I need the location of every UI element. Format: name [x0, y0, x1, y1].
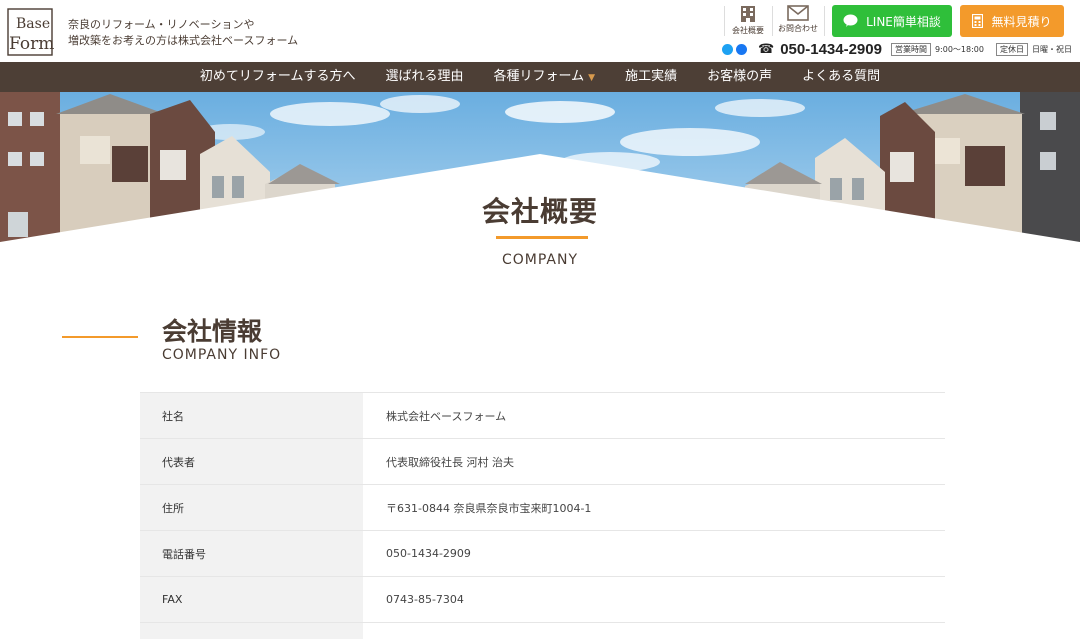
hours-tag: 営業時間	[890, 42, 931, 56]
estimate-button-label: 無料見積り	[991, 14, 1052, 29]
row-label: 代表者	[140, 439, 363, 484]
line-button-label: LINE簡単相談	[866, 14, 941, 29]
company-overview-link[interactable]: 会社概要	[728, 5, 768, 39]
company-overview-label: 会社概要	[732, 26, 764, 35]
nav-label: よくある質問	[802, 69, 881, 84]
line-chat-icon	[843, 14, 858, 27]
svg-text:Base: Base	[16, 16, 50, 32]
tagline-line2: 増改築をお考えの方は株式会社ベースフォーム	[68, 34, 299, 47]
nav-label: 各種リフォーム	[493, 69, 585, 84]
company-info-table: 社名 株式会社ベースフォーム 代表者 代表取締役社長 河村 治夫 住所 〒631…	[140, 392, 945, 639]
row-value: 〒631-0844 奈良県奈良市宝来町1004-1	[386, 501, 592, 515]
row-label	[140, 623, 363, 639]
nav-label: お客様の声	[707, 69, 773, 84]
page-subtitle: COMPANY	[501, 252, 579, 268]
section-title: 会社情報	[162, 317, 263, 346]
title-underline	[496, 236, 588, 239]
row-label: FAX	[140, 577, 363, 622]
site-header: Base Form. 奈良のリフォーム・リノベーションや 増改築をお考えの方は株…	[0, 0, 1080, 62]
holiday-tag: 定休日	[996, 42, 1028, 56]
table-row	[140, 623, 945, 639]
row-value: 050-1434-2909	[386, 547, 471, 560]
nav-label: 施工実績	[625, 69, 678, 84]
util-divider	[824, 6, 825, 36]
nav-item-faq[interactable]: よくある質問	[787, 62, 895, 92]
contact-label: お問合わせ	[778, 24, 818, 33]
util-divider	[772, 6, 773, 36]
holidays: 日曜・祝日	[1032, 44, 1072, 54]
base-form-logo[interactable]: Base Form.	[6, 7, 60, 57]
table-row: 代表者 代表取締役社長 河村 治夫	[140, 439, 945, 485]
row-value: 0743-85-7304	[386, 593, 464, 606]
section-subtitle: COMPANY INFO	[162, 347, 282, 363]
phone-number[interactable]: 050-1434-2909	[780, 41, 882, 58]
row-value: 株式会社ベースフォーム	[386, 409, 507, 423]
page-title: 会社概要	[481, 195, 598, 228]
table-row: 電話番号 050-1434-2909	[140, 531, 945, 577]
table-row: FAX 0743-85-7304	[140, 577, 945, 623]
free-estimate-button[interactable]: 無料見積り	[960, 5, 1064, 37]
nav-item-reform-types[interactable]: 各種リフォーム ▼	[479, 62, 611, 92]
nav-label: 初めてリフォームする方へ	[199, 69, 356, 84]
row-value	[363, 623, 945, 639]
mail-icon	[787, 5, 809, 21]
nav-item-voices[interactable]: お客様の声	[692, 62, 787, 92]
facebook-icon[interactable]	[736, 43, 747, 55]
row-value: 代表取締役社長 河村 治夫	[386, 455, 514, 469]
table-row: 住所 〒631-0844 奈良県奈良市宝来町1004-1	[140, 485, 945, 531]
header-tagline: 奈良のリフォーム・リノベーションや 増改築をお考えの方は株式会社ベースフォーム	[68, 17, 298, 49]
table-row: 社名 株式会社ベースフォーム	[140, 393, 945, 439]
page-hero: 会社概要 COMPANY	[0, 92, 1080, 282]
contact-link[interactable]: お問合わせ	[776, 5, 820, 39]
line-consult-button[interactable]: LINE簡単相談	[832, 5, 952, 37]
util-divider	[724, 6, 725, 36]
nav-item-works[interactable]: 施工実績	[610, 62, 692, 92]
twitter-icon[interactable]	[722, 43, 733, 55]
main-nav: 初めてリフォームする方へ 選ばれる理由 各種リフォーム ▼ 施工実績 お客様の声 …	[0, 62, 1080, 92]
business-hours: 9:00～18:00	[934, 44, 984, 54]
nav-label: 選ばれる理由	[385, 69, 464, 84]
calculator-icon	[972, 14, 984, 28]
row-label: 住所	[140, 485, 363, 530]
building-icon	[741, 6, 755, 22]
nav-item-first-time[interactable]: 初めてリフォームする方へ	[185, 62, 371, 92]
row-label: 社名	[140, 393, 363, 438]
caret-down-icon: ▼	[588, 73, 596, 83]
tagline-line1: 奈良のリフォーム・リノベーションや	[68, 18, 255, 31]
phone-icon: ☎	[758, 41, 775, 57]
row-label: 電話番号	[140, 531, 363, 576]
svg-text:Form.: Form.	[9, 34, 54, 54]
contact-row: ☎ 050-1434-2909 営業時間 9:00～18:00 定休日 日曜・祝…	[722, 41, 1072, 58]
section-accent-line	[62, 336, 138, 338]
nav-item-reasons[interactable]: 選ばれる理由	[371, 62, 479, 92]
